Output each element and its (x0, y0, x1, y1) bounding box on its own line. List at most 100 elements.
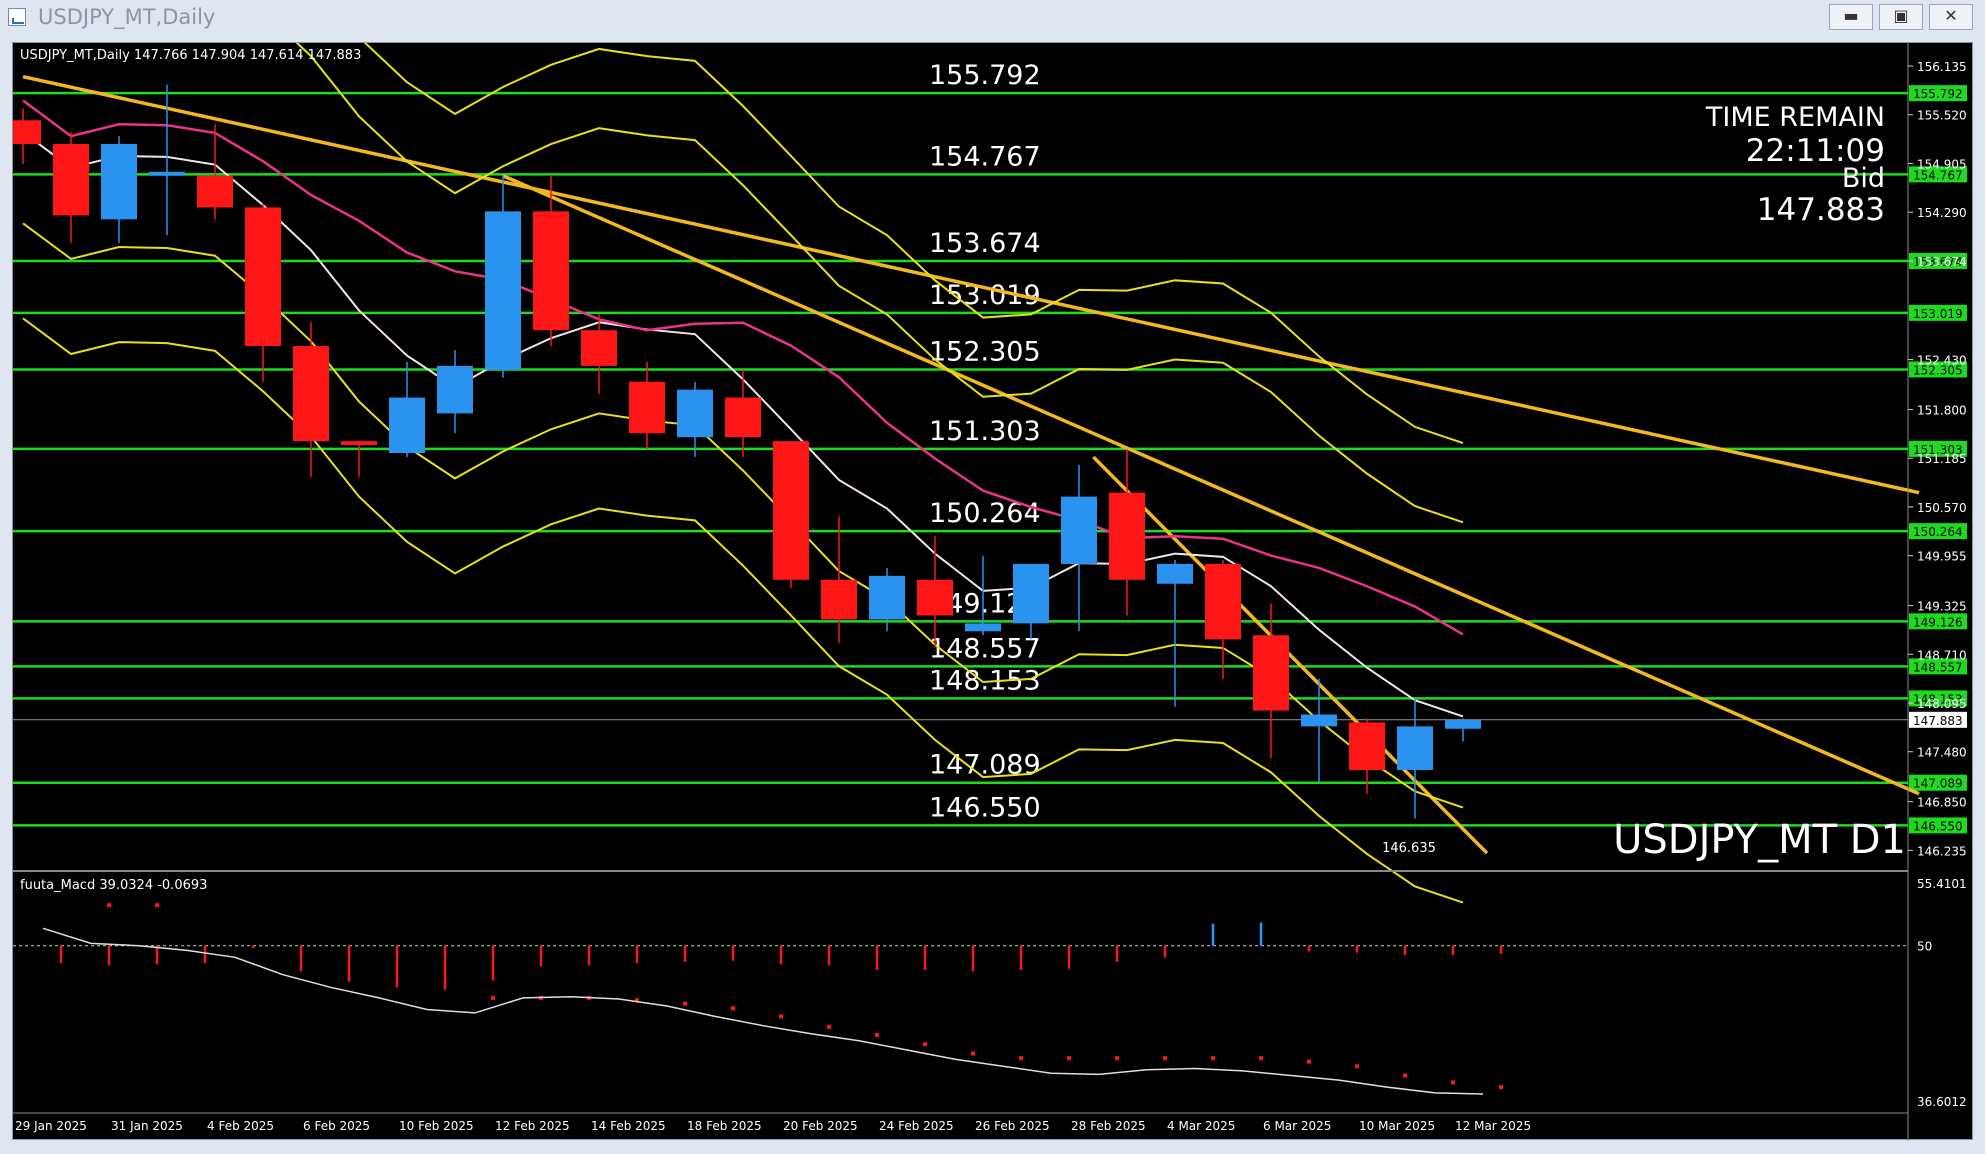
price-tick-label: 153.674 (1917, 255, 1967, 269)
current-price-tag-text: 147.883 (1913, 714, 1963, 728)
price-tick-label: 155.520 (1917, 109, 1967, 123)
price-tick-label: 154.905 (1917, 157, 1967, 171)
candle-body (965, 623, 1001, 632)
date-label: 12 Mar 2025 (1455, 1119, 1531, 1133)
level-price-tag-text: 149.126 (1913, 615, 1963, 629)
price-tick-label: 149.955 (1917, 550, 1967, 564)
candle-body (1157, 563, 1193, 584)
candle-body (149, 171, 185, 176)
date-label: 29 Jan 2025 (15, 1119, 87, 1133)
candle-body (101, 144, 137, 220)
price-tick-label: 147.480 (1917, 746, 1967, 760)
minimize-button[interactable]: ▬ (1829, 4, 1873, 30)
indicator-signal-dot (779, 1014, 783, 1019)
trend-line-steep (1092, 455, 1489, 855)
indicator-signal-dot (1019, 1056, 1023, 1061)
date-label: 18 Feb 2025 (687, 1119, 762, 1133)
indicator-signal-dot (1355, 1064, 1359, 1069)
candle-body (341, 441, 377, 446)
indicator-signal-dot (1211, 1056, 1215, 1061)
price-tick-label: 146.235 (1917, 844, 1967, 858)
indicator-signal-dot (1451, 1080, 1455, 1085)
level-price-tag-text: 155.792 (1913, 87, 1963, 101)
date-label: 24 Feb 2025 (879, 1119, 954, 1133)
price-tick-label: 148.095 (1917, 697, 1967, 711)
indicator-line (42, 927, 1484, 1095)
date-label: 26 Feb 2025 (975, 1119, 1050, 1133)
candle-body (293, 346, 329, 442)
indicator-tick-label: 50 (1917, 940, 1932, 954)
bollinger-bands (22, 43, 1464, 904)
price-tick-label: 152.430 (1917, 354, 1967, 368)
indicator-signal-dot (491, 995, 495, 1000)
title-bar[interactable]: USDJPY_MT,Daily ▬ ▣ ✕ (0, 0, 1985, 36)
indicator-signal-dot (1163, 1056, 1167, 1061)
level-label: 151.303 (929, 416, 1041, 447)
window-title: USDJPY_MT,Daily (38, 5, 216, 29)
candle-body (1349, 722, 1385, 770)
low-price-label: 146.635 (1382, 841, 1436, 856)
indicator-signal-dot (1403, 1073, 1407, 1078)
symbol-label: USDJPY_MT D1 (1613, 817, 1906, 863)
level-price-tag-text: 146.550 (1913, 819, 1963, 833)
date-label: 10 Feb 2025 (399, 1119, 474, 1133)
ma-pink-line (22, 99, 1464, 636)
indicator-signal-dot (683, 1001, 687, 1006)
candle-body (1301, 714, 1337, 727)
chart-header: USDJPY_MT,Daily 147.766 147.904 147.614 … (20, 48, 361, 63)
level-label: 150.264 (929, 498, 1041, 529)
candle-body (533, 211, 569, 331)
candle-body (1061, 496, 1097, 564)
level-price-tag-text: 147.089 (1913, 777, 1963, 791)
level-label: 154.767 (929, 141, 1041, 172)
indicator-signal-dot (1259, 1056, 1263, 1061)
date-label: 28 Feb 2025 (1071, 1119, 1146, 1133)
candle-body (773, 441, 809, 580)
indicator-signal-dot (923, 1042, 927, 1047)
date-label: 12 Feb 2025 (495, 1119, 570, 1133)
indicator-signal-dot (731, 1006, 735, 1011)
price-tick-label: 151.800 (1917, 403, 1967, 417)
indicator-signal-dot (971, 1051, 975, 1056)
date-axis: 29 Jan 2025 31 Jan 2025 4 Feb 2025 6 Feb 20… (15, 1119, 1531, 1133)
candle-body (197, 175, 233, 208)
candle-body (869, 575, 905, 620)
chart-frame[interactable]: 155.792 155.792 154.767 154.767 153.674 153.6… (12, 42, 1974, 1141)
indicator-tick-label: 36.6012 (1917, 1095, 1967, 1109)
date-label: 4 Mar 2025 (1167, 1119, 1235, 1133)
price-chart[interactable]: 155.792155.792154.767154.767153.674153.6… (13, 43, 1974, 1141)
candle-body (1013, 563, 1049, 624)
candle-body (245, 207, 281, 347)
restore-button[interactable]: ▣ (1879, 4, 1923, 30)
level-price-tag-text: 153.019 (1913, 307, 1963, 321)
candle-body (389, 397, 425, 454)
date-label: 31 Jan 2025 (111, 1119, 183, 1133)
indicator-signal-dot (1307, 1059, 1311, 1064)
time-remain-label: TIME REMAIN (1705, 102, 1885, 133)
candle-body (13, 120, 41, 145)
macd-subwindow: 55.4101 50 36.6012 (13, 877, 1967, 1109)
price-tick-label: 146.850 (1917, 796, 1967, 810)
horizontal-levels: 155.792155.792154.767154.767153.674153.6… (13, 60, 1967, 834)
candle-body (821, 579, 857, 620)
date-label: 20 Feb 2025 (783, 1119, 858, 1133)
level-price-tag-text: 148.557 (1913, 660, 1963, 674)
candle-body (1109, 492, 1145, 580)
candles (13, 84, 1481, 819)
candle-body (1445, 720, 1481, 729)
close-button[interactable]: ✕ (1929, 4, 1973, 30)
date-label: 6 Feb 2025 (303, 1119, 370, 1133)
indicator-signal-dot (1067, 1056, 1071, 1061)
indicator-signal-dot (155, 903, 159, 908)
price-tick-label: 150.570 (1917, 501, 1967, 515)
level-label: 152.305 (929, 336, 1041, 367)
bid-value: 147.883 (1757, 192, 1885, 228)
date-label: 6 Mar 2025 (1263, 1119, 1331, 1133)
indicator-header: fuuta_Macd 39.0324 -0.0693 (20, 878, 207, 893)
candle-body (917, 579, 953, 616)
level-price-tag-text: 150.264 (1913, 525, 1963, 539)
price-tick-label: 151.185 (1917, 452, 1967, 466)
price-tick-label: 148.710 (1917, 648, 1967, 662)
candle-body (629, 381, 665, 434)
indicator-signal-dot (1115, 1056, 1119, 1061)
